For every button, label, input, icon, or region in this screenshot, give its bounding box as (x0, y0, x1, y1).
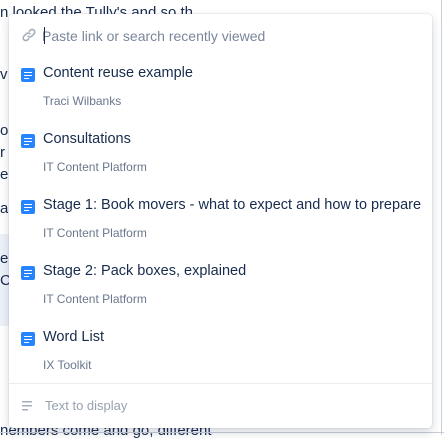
background-text: a (0, 200, 9, 217)
background-text: e (0, 166, 9, 183)
search-input[interactable] (42, 25, 412, 47)
result-title: Stage 2: Pack boxes, explained (43, 263, 247, 279)
display-text-input[interactable] (45, 395, 405, 415)
result-title: Content reuse example (43, 65, 193, 81)
result-item[interactable]: Consultations IT Content Platform (9, 124, 432, 188)
background-text: v (0, 66, 8, 83)
result-space: Traci Wilbanks (43, 94, 122, 108)
result-title: Word List (43, 329, 104, 345)
search-row (9, 14, 432, 58)
result-item[interactable]: Stage 1: Book movers - what to expect an… (9, 190, 432, 254)
link-picker-popup: Content reuse example Traci Wilbanks Con… (9, 14, 432, 428)
text-lines-icon (22, 399, 35, 411)
result-space: IT Content Platform (43, 160, 147, 174)
display-text-row (9, 384, 432, 428)
result-space: IX Toolkit (43, 358, 92, 372)
page-icon (21, 200, 35, 214)
page-border (441, 0, 442, 435)
result-title: Stage 1: Book movers - what to expect an… (43, 197, 422, 213)
page-border (0, 432, 444, 433)
page-icon (21, 68, 35, 82)
result-space: IT Content Platform (43, 292, 147, 306)
background-text: o (0, 122, 9, 139)
result-item[interactable]: Content reuse example Traci Wilbanks (9, 58, 432, 122)
result-item[interactable]: Stage 2: Pack boxes, explained IT Conten… (9, 256, 432, 320)
link-icon (21, 27, 37, 43)
result-title: Consultations (43, 131, 131, 147)
page-icon (21, 266, 35, 280)
page-icon (21, 332, 35, 346)
background-text: r (0, 144, 5, 161)
result-item[interactable]: Word List IX Toolkit (9, 322, 432, 386)
result-space: IT Content Platform (43, 226, 147, 240)
page-icon (21, 134, 35, 148)
text-cursor (44, 27, 45, 44)
